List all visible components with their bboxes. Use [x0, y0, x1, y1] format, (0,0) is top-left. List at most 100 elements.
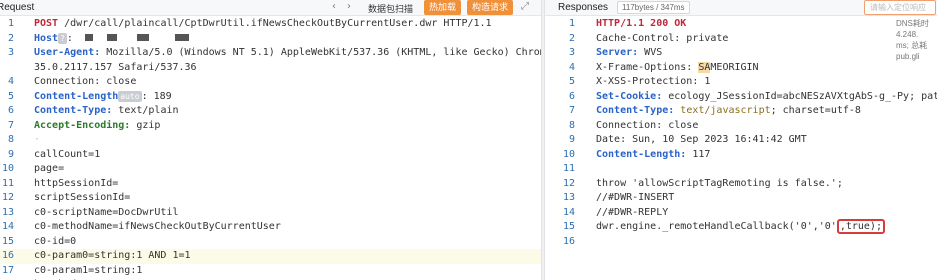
token: User-Agent:: [34, 47, 101, 58]
token: Content-Length:: [596, 148, 687, 160]
line-text: Content-Type: text/plain: [34, 104, 179, 119]
request-line: 35.0.2117.157 Safari/537.36: [0, 61, 541, 76]
line-text: Accept-Encoding: gzip: [34, 119, 160, 134]
token: c0-methodName=ifNewsCheckOutByCurrentUse…: [34, 221, 281, 232]
line-text: callCount=1: [34, 148, 100, 163]
line-number: 3: [568, 47, 575, 58]
redacted-mask: [174, 34, 189, 41]
token: Content-Length: [34, 90, 119, 102]
line-text: X-XSS-Protection: 1: [596, 75, 710, 90]
redacted-mask: [136, 34, 149, 41]
side-note-4: pub.gli: [896, 51, 937, 62]
line-text: throw 'allowScriptTagRemoting is false.'…: [596, 177, 843, 192]
token: MEORIGIN: [710, 61, 759, 73]
response-editor[interactable]: 1 HTTP/1.1 200 OK 2 Cache-Control: private 3…: [545, 17, 937, 249]
line-text: scriptSessionId=: [34, 191, 130, 206]
line-text: page=: [34, 162, 64, 177]
token: ecology_JSessionId=abcNESzAVXtgAbS-g_-Py…: [662, 90, 937, 102]
token: Accept-Encoding:: [34, 119, 131, 131]
token: :: [66, 32, 79, 44]
response-line: 9 Date: Sun, 10 Sep 2023 16:41:42 GMT: [545, 133, 937, 148]
token: c0-param0=string:1 AND 1=1: [34, 250, 191, 261]
line-number: 5: [568, 76, 575, 87]
response-line: 15 dwr.engine._remoteHandleCallback('0','…: [545, 219, 937, 235]
token: c0-scriptName=DocDwrUtil: [34, 206, 179, 218]
line-text: Content-Length: 117: [596, 148, 710, 163]
line-text: httpSessionId=: [34, 177, 118, 192]
token: Date: Sun, 10 Sep 2023 16:41:42 GMT: [596, 134, 807, 145]
line-number: 2: [568, 32, 575, 44]
line-text: POST /dwr/call/plaincall/CptDwrUtil.ifNe…: [34, 17, 492, 32]
request-line: 6 Content-Type: text/plain: [0, 104, 541, 119]
line-number: 2: [7, 32, 14, 44]
prev-arrow-icon[interactable]: ‹: [332, 1, 336, 12]
line-number: 12: [1, 192, 14, 203]
line-text: //#DWR-REPLY: [596, 206, 668, 221]
token: Host: [34, 32, 59, 44]
request-line: 11 httpSessionId=: [0, 177, 541, 192]
redacted-mask: [84, 34, 93, 41]
request-line: 7 Accept-Encoding: gzip: [0, 119, 541, 134]
request-line: 8 ·: [0, 133, 541, 148]
line-text: Host?:: [34, 32, 191, 47]
line-text: User-Agent: Mozilla/5.0 (Windows NT 5.1)…: [34, 46, 541, 61]
token: WVS: [638, 47, 663, 58]
line-number: 8: [7, 134, 14, 145]
response-line: 8 Connection: close: [545, 119, 937, 134]
line-number: 14: [1, 221, 14, 232]
line-text: X-Frame-Options: SAMEORIGIN: [596, 61, 759, 76]
side-note-3: ms; 总耗: [896, 40, 937, 51]
inline-badge: ?: [58, 32, 67, 44]
token: ·: [34, 134, 41, 145]
token: Content-Type:: [34, 105, 113, 116]
request-line: 5 Content-Length auto: 189: [0, 90, 541, 105]
line-number: 5: [7, 90, 14, 102]
line-number: 10: [1, 163, 14, 174]
response-line: 11: [545, 162, 937, 177]
line-text: c0-param1=string:1: [34, 264, 142, 279]
expand-icon[interactable]: ⤢: [521, 1, 529, 12]
response-line: 7 Content-Type: text/javascript; charset=…: [545, 104, 937, 119]
line-number: 4: [568, 61, 575, 73]
side-note-1: DNS耗时: [896, 18, 937, 29]
request-line: 10 page=: [0, 162, 541, 177]
line-number: 15: [562, 221, 575, 232]
request-line: 12 scriptSessionId=: [0, 191, 541, 206]
request-line: 3 User-Agent: Mozilla/5.0 (Windows NT 5.1…: [0, 46, 541, 61]
line-number: 7: [7, 119, 14, 131]
request-pane: Request ‹ › 数据包扫描 热加载 构造请求 ⤢ 1 POST /dwr/…: [0, 0, 541, 280]
locate-response-input[interactable]: 请输入定位响应: [864, 0, 936, 15]
token: //#DWR-INSERT: [596, 192, 675, 203]
response-pane: Responses 117bytes / 347ms 请输入定位响应 1 HTTP…: [545, 0, 937, 280]
token: Content-Type:: [596, 105, 675, 116]
request-line: 1 POST /dwr/call/plaincall/CptDwrUtil.ifN…: [0, 17, 541, 32]
response-line: 4 X-Frame-Options: SAMEORIGIN: [545, 61, 937, 76]
hot-load-button[interactable]: 热加载: [424, 0, 462, 15]
response-toolbar: Responses 117bytes / 347ms 请输入定位响应: [545, 0, 937, 16]
next-arrow-icon[interactable]: ›: [347, 1, 351, 12]
request-line: 4 Connection: close: [0, 75, 541, 90]
request-line: 2 Host?:: [0, 32, 541, 47]
token: c0-id=0: [34, 235, 77, 247]
line-text: Cache-Control: private: [596, 32, 728, 47]
line-number: 11: [562, 163, 575, 174]
line-text: Content-Type: text/javascript; charset=u…: [596, 104, 861, 119]
packet-scan-menu[interactable]: 数据包扫描: [368, 2, 413, 15]
line-number: 14: [562, 206, 575, 218]
line-text: //#DWR-INSERT: [596, 191, 674, 206]
token: X-XSS-Protection: 1: [596, 76, 711, 87]
redacted-mask: [106, 34, 117, 41]
build-request-button[interactable]: 构造请求: [467, 0, 514, 15]
token: SA: [698, 61, 711, 73]
line-number: 13: [562, 192, 575, 203]
line-number: 4: [7, 76, 14, 87]
token: callCount=1: [34, 148, 101, 160]
token: Set-Cookie:: [596, 90, 663, 102]
token: POST: [34, 18, 59, 29]
line-text: ·: [34, 133, 40, 148]
line-text: dwr.engine._remoteHandleCallback('0','0'…: [596, 219, 885, 235]
response-line: 1 HTTP/1.1 200 OK: [545, 17, 937, 32]
token: 35.0.2117.157 Safari/537.36: [34, 61, 197, 73]
request-editor[interactable]: 1 POST /dwr/call/plaincall/CptDwrUtil.ifN…: [0, 17, 541, 280]
line-number: 9: [7, 148, 14, 160]
